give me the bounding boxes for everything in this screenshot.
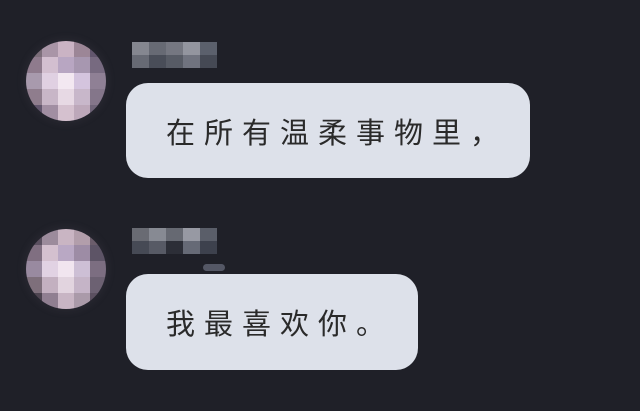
avatar-pixel [58,57,74,73]
name-pixel [200,241,217,254]
sender-avatar[interactable] [26,41,106,121]
sender-name-blurred [132,228,217,254]
avatar-pixel [58,261,74,277]
name-pixel [166,228,183,241]
avatar-pixel [74,245,90,261]
avatar-pixel [74,57,90,73]
avatar-pixel [42,245,58,261]
name-pixel [132,241,149,254]
avatar-pixel [42,277,58,293]
avatar-pixel [42,229,58,245]
avatar-pixel [42,105,58,121]
sender-avatar[interactable] [26,229,106,309]
avatar-pixel [58,293,74,309]
avatar-pixel [90,229,106,245]
name-pixel [183,241,200,254]
avatar-pixel [90,105,106,121]
avatar-pixel [58,245,74,261]
name-pixel [200,42,217,55]
avatar-pixel [42,89,58,105]
avatar-pixel [90,73,106,89]
name-pixel [149,241,166,254]
avatar-pixel [26,261,42,277]
avatar-pixel [90,293,106,309]
avatar-pixel [90,57,106,73]
avatar-pixel [26,277,42,293]
avatar-pixel [58,105,74,121]
avatar-pixel [74,73,90,89]
avatar-pixel [74,261,90,277]
avatar-pixel [26,229,42,245]
avatar-pixel [58,89,74,105]
name-pixel [149,42,166,55]
name-pixel [132,42,149,55]
avatar-pixel [26,57,42,73]
name-pixel [149,228,166,241]
message-text: 我最喜欢你。 [166,307,395,341]
message-text: 在所有温柔事物里， [166,115,509,150]
name-pixel [183,42,200,55]
avatar-pixel [26,105,42,121]
message-bubble[interactable]: 我最喜欢你。 [126,274,418,370]
avatar-pixel [90,277,106,293]
avatar-pixel [74,229,90,245]
avatar-pixel [58,41,74,57]
name-pixel [149,55,166,68]
avatar-pixel [26,73,42,89]
avatar-pixel [42,261,58,277]
message-indicator [203,264,225,271]
avatar-pixel [74,89,90,105]
avatar-pixel [74,105,90,121]
chat-message-list: 在所有温柔事物里， 我最喜欢你。 [0,0,640,411]
avatar-pixel [74,277,90,293]
avatar-pixel [74,293,90,309]
name-pixel [200,55,217,68]
avatar-pixel [26,293,42,309]
sender-name-blurred [132,42,217,68]
name-pixel [183,55,200,68]
name-pixel [132,228,149,241]
avatar-pixel [90,261,106,277]
name-pixel [166,55,183,68]
avatar-pixel [42,73,58,89]
name-pixel [132,55,149,68]
avatar-pixel [26,89,42,105]
avatar-pixel [58,277,74,293]
avatar-pixel [58,73,74,89]
avatar-pixel [74,41,90,57]
name-pixel [183,228,200,241]
avatar-pixel [58,229,74,245]
name-pixel [200,228,217,241]
name-pixel [166,241,183,254]
avatar-pixel [42,57,58,73]
avatar-pixel [26,41,42,57]
avatar-pixel [42,293,58,309]
message-bubble[interactable]: 在所有温柔事物里， [126,83,530,178]
avatar-pixel [26,245,42,261]
name-pixel [166,42,183,55]
avatar-pixel [90,89,106,105]
avatar-pixel [42,41,58,57]
avatar-pixel [90,41,106,57]
avatar-pixel [90,245,106,261]
